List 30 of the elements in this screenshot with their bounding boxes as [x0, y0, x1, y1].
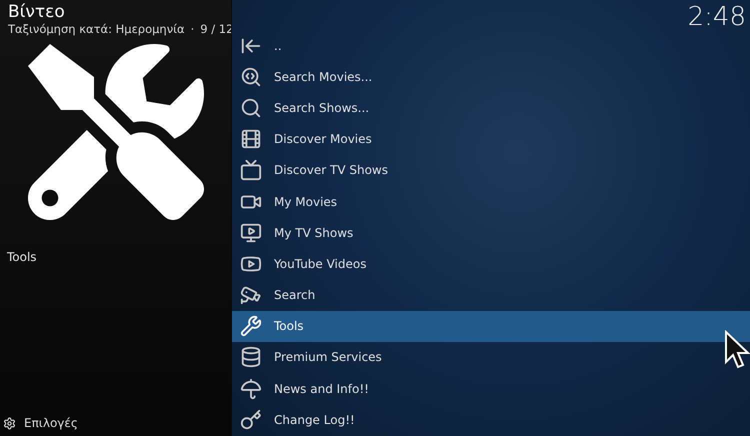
list-item[interactable]: Change Log!! [232, 404, 750, 436]
monitor-icon [240, 222, 262, 244]
window-title: Βίντεο [8, 2, 66, 22]
list-item[interactable]: Search Movies... [232, 61, 750, 92]
tools-icon [28, 44, 204, 220]
search-icon [240, 66, 262, 88]
tools-icon [240, 315, 262, 338]
list-item[interactable]: Tools [232, 310, 750, 342]
list-item[interactable]: Discover Movies [232, 124, 750, 155]
database-icon [240, 346, 262, 368]
list-item[interactable]: .. [232, 30, 750, 62]
list-item[interactable]: Discover TV Shows [232, 154, 750, 186]
settings-icon [3, 416, 16, 430]
list-item[interactable]: My Movies [232, 186, 750, 218]
tv-icon [240, 159, 262, 182]
list-item[interactable]: YouTube Videos [232, 248, 750, 280]
key-icon [240, 408, 262, 431]
camera-icon [240, 284, 262, 306]
clock: 2:48 [688, 1, 747, 30]
umbrella-icon [240, 378, 262, 400]
separator-dot: · [190, 22, 194, 36]
list-item[interactable]: My TV Shows [232, 217, 750, 248]
options-button[interactable]: Επιλογές [0, 416, 78, 436]
list-item[interactable]: Search [232, 280, 750, 311]
sort-label: Ταξινόμηση κατά: Ημερομηνία [8, 22, 185, 36]
film-icon [240, 128, 262, 150]
list-item[interactable]: News and Info!! [232, 373, 750, 404]
preview-label: Tools [6, 249, 38, 264]
search-icon [240, 96, 262, 119]
list-item[interactable]: Search Shows... [232, 92, 750, 124]
